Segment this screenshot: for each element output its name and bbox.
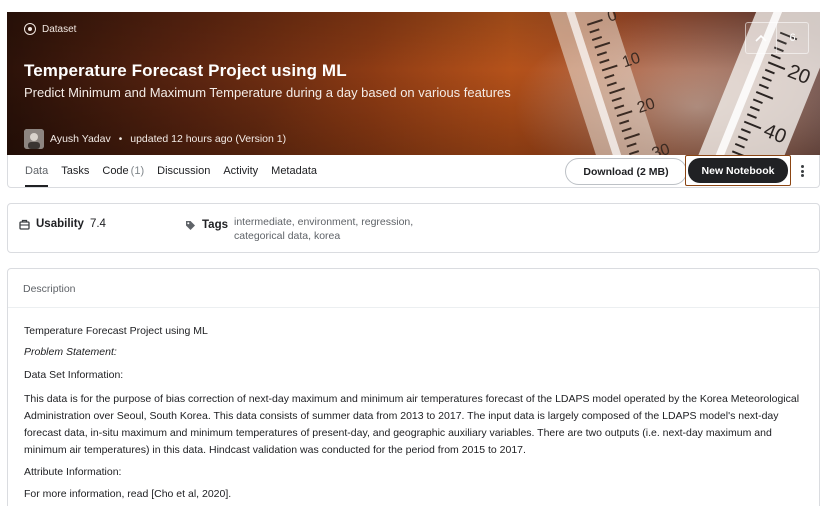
description-paragraph: This data is for the purpose of bias cor…	[24, 393, 800, 456]
tab-tasks-label: Tasks	[61, 165, 90, 177]
dataset-kind-label: Dataset	[24, 23, 76, 35]
tab-activity[interactable]: Activity	[223, 155, 258, 187]
usability-label: Usability	[36, 218, 84, 230]
tag-icon	[186, 220, 195, 230]
page-title: Temperature Forecast Project using ML	[24, 61, 347, 80]
usability-icon	[19, 219, 30, 230]
upvote-count: 6	[789, 32, 796, 44]
description-line-title: Temperature Forecast Project using ML	[24, 325, 208, 337]
description-line-dataset-info: Data Set Information:	[24, 369, 124, 381]
description-line-problem: Problem Statement:	[24, 346, 117, 358]
tab-data[interactable]: Data	[25, 155, 49, 187]
dataset-kind-text: Dataset	[42, 23, 77, 35]
new-notebook-button[interactable]: New Notebook	[685, 155, 791, 186]
description-card: Description Temperature Forecast Project…	[7, 268, 820, 506]
description-body: Temperature Forecast Project using ML Pr…	[24, 324, 804, 502]
dataset-meta-card: Usability 7.4 Tags intermediate, environ…	[7, 203, 820, 253]
chevron-up-icon	[755, 34, 767, 42]
tab-tasks[interactable]: Tasks	[61, 155, 89, 187]
avatar[interactable]	[24, 129, 44, 149]
author-row: Ayush Yadav • updated 12 hours ago (Vers…	[24, 129, 286, 149]
tab-code[interactable]: Code (1)	[102, 155, 144, 187]
description-line-more-info: For more information, read [Cho et al, 2…	[24, 488, 232, 500]
page-subtitle: Predict Minimum and Maximum Temperature …	[24, 85, 511, 100]
description-line-attribute-info: Attribute Information:	[24, 466, 122, 478]
new-notebook-label: New Notebook	[688, 158, 788, 183]
tab-metadata-label: Metadata	[271, 165, 318, 177]
tags-section: Tags intermediate, environment, regressi…	[185, 215, 424, 243]
upvote-widget: 6	[745, 22, 809, 54]
updated-status[interactable]: updated 12 hours ago (Version 1)	[130, 133, 286, 145]
tags-heading: Tags	[185, 218, 228, 232]
tab-list: Data Tasks Code (1) Discussion Activity M…	[25, 155, 317, 187]
separator-dot: •	[118, 133, 123, 145]
usability-value: 7.4	[89, 218, 106, 230]
description-heading: Description	[23, 283, 76, 295]
usability-score[interactable]: Usability 7.4	[19, 218, 106, 230]
dataset-icon	[24, 23, 36, 35]
tab-metadata[interactable]: Metadata	[271, 155, 317, 187]
tab-discussion[interactable]: Discussion	[157, 155, 210, 187]
tab-data-label: Data	[25, 165, 49, 177]
author-name[interactable]: Ayush Yadav	[50, 133, 111, 145]
avatar-image	[24, 129, 44, 149]
upvote-button[interactable]	[746, 23, 778, 53]
more-options-icon[interactable]	[797, 163, 807, 179]
tab-activity-label: Activity	[223, 165, 259, 177]
tab-discussion-label: Discussion	[157, 165, 211, 177]
download-button[interactable]: Download (2 MB)	[565, 158, 687, 185]
tab-code-label: Code	[102, 165, 129, 177]
tab-code-count: (1)	[130, 165, 145, 177]
tags-label: Tags	[202, 219, 228, 231]
dataset-banner: 0 10 20 30 20 40 Dataset Temperature For…	[7, 12, 820, 155]
tags-list[interactable]: intermediate, environment, regression, c…	[234, 215, 424, 243]
dataset-tab-bar: Data Tasks Code (1) Discussion Activity M…	[7, 155, 820, 188]
description-divider	[8, 307, 819, 308]
